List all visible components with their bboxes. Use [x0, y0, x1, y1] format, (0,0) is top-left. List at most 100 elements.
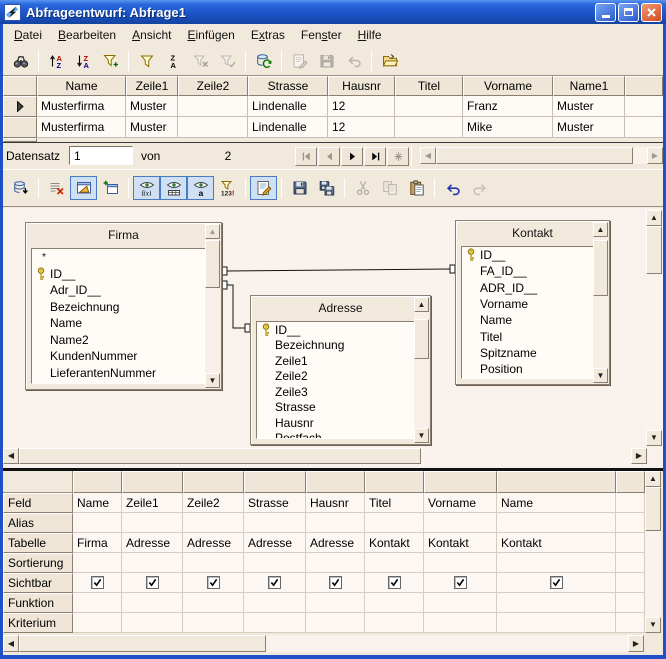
- field-item[interactable]: Postfach: [257, 431, 424, 440]
- field-item[interactable]: KundenNummer: [32, 348, 215, 365]
- field-item[interactable]: Position: [462, 361, 603, 377]
- grid-cell-sichtbar[interactable]: [497, 573, 616, 593]
- field-item[interactable]: Titel: [462, 328, 603, 344]
- save-record-button[interactable]: [313, 49, 340, 73]
- grid-cell-kriterium[interactable]: [497, 613, 616, 633]
- field-item[interactable]: Name2: [32, 332, 215, 349]
- grid-cell-funktion[interactable]: [424, 593, 497, 613]
- field-item[interactable]: ID__: [32, 266, 215, 283]
- grid-cell-alias[interactable]: [73, 513, 122, 533]
- scroll-down-button[interactable]: ▼: [414, 428, 429, 443]
- grid-cell-sortierung[interactable]: [122, 553, 183, 573]
- grid-cell-sichtbar[interactable]: [122, 573, 183, 593]
- design-view-button[interactable]: [70, 176, 97, 200]
- grid-cell-alias[interactable]: [424, 513, 497, 533]
- grid-column-header[interactable]: [497, 471, 616, 493]
- grid-cell-kriterium[interactable]: [306, 613, 365, 633]
- table-window-kontakt[interactable]: KontaktID__FA_ID__ADR_ID__VornameNameTit…: [455, 220, 610, 385]
- scroll-right-button[interactable]: ▶: [647, 147, 663, 164]
- grid-column-header[interactable]: [244, 471, 306, 493]
- scroll-left-button[interactable]: ◀: [420, 147, 436, 164]
- grid-cell-sortierung[interactable]: [183, 553, 244, 573]
- grid-cell-sichtbar[interactable]: [73, 573, 122, 593]
- result-cell[interactable]: Muster: [126, 117, 178, 138]
- paste-button[interactable]: [403, 176, 430, 200]
- visible-checkbox[interactable]: [388, 576, 401, 589]
- sort-button[interactable]: ZA: [160, 49, 187, 73]
- run-query-button[interactable]: [7, 176, 34, 200]
- grid-cell-kriterium[interactable]: [122, 613, 183, 633]
- redo-button[interactable]: [466, 176, 493, 200]
- grid-scroll-down-button[interactable]: ▼: [645, 617, 661, 633]
- minimize-button[interactable]: [595, 3, 616, 22]
- result-column-header[interactable]: Strasse: [248, 76, 328, 96]
- field-item[interactable]: FA_ID__: [462, 263, 603, 279]
- grid-cell-tabelle[interactable]: Adresse: [122, 533, 183, 553]
- grid-row-label[interactable]: Sortierung: [3, 553, 73, 573]
- clear-query-button[interactable]: [43, 176, 70, 200]
- visible-checkbox[interactable]: [329, 576, 342, 589]
- result-cell[interactable]: Lindenalle: [248, 117, 328, 138]
- grid-cell-feld[interactable]: Zeile1: [122, 493, 183, 513]
- result-cell[interactable]: Muster: [126, 96, 178, 117]
- relation-line-firma-adresse[interactable]: [227, 285, 245, 328]
- field-item[interactable]: Bezeichnung: [32, 299, 215, 316]
- sort-ascending-button[interactable]: AZ: [43, 49, 70, 73]
- grid-scroll-left-button[interactable]: ◀: [3, 635, 19, 652]
- grid-cell-sortierung[interactable]: [73, 553, 122, 573]
- app-icon[interactable]: [4, 4, 21, 21]
- grid-column-header[interactable]: [365, 471, 424, 493]
- grid-cell-kriterium[interactable]: [183, 613, 244, 633]
- grid-column-header[interactable]: [122, 471, 183, 493]
- scroll-down-button[interactable]: ▼: [593, 368, 608, 383]
- scroll-up-button[interactable]: ▲: [593, 222, 608, 237]
- edit-data-button[interactable]: [286, 49, 313, 73]
- menu-item-bearbeiten[interactable]: Bearbeiten: [50, 25, 124, 45]
- design-scroll-down-button[interactable]: ▼: [646, 430, 662, 446]
- grid-cell-feld[interactable]: Zeile2: [183, 493, 244, 513]
- relation-endpoint-icon[interactable]: [222, 267, 227, 275]
- grid-cell-feld[interactable]: Titel: [365, 493, 424, 513]
- grid-column-header[interactable]: [73, 471, 122, 493]
- grid-cell-tabelle[interactable]: Adresse: [306, 533, 365, 553]
- field-item[interactable]: ADR_ID__: [462, 280, 603, 296]
- field-item[interactable]: Adr_ID__: [32, 282, 215, 299]
- grid-cell-kriterium[interactable]: [244, 613, 306, 633]
- scroll-down-button[interactable]: ▼: [205, 373, 220, 388]
- grid-v-scrollbar-thumb[interactable]: [645, 487, 661, 531]
- result-cell[interactable]: [178, 96, 248, 117]
- grid-row-label[interactable]: Alias: [3, 513, 73, 533]
- scroll-up-button[interactable]: ▲: [205, 224, 220, 239]
- grid-cell-alias[interactable]: [497, 513, 616, 533]
- menu-item-extras[interactable]: Extras: [243, 25, 293, 45]
- grid-cell-alias[interactable]: [122, 513, 183, 533]
- grid-cell-sichtbar[interactable]: [244, 573, 306, 593]
- result-column-header[interactable]: Titel: [395, 76, 463, 96]
- menu-item-einfgen[interactable]: Einfügen: [179, 25, 242, 45]
- field-item[interactable]: Hausnr: [257, 415, 424, 431]
- nav-last-button[interactable]: [364, 147, 386, 166]
- grid-cell-tabelle[interactable]: Kontakt: [497, 533, 616, 553]
- result-column-header[interactable]: Vorname: [463, 76, 553, 96]
- show-alias-button[interactable]: a: [187, 176, 214, 200]
- grid-scroll-up-button[interactable]: ▲: [645, 471, 661, 487]
- grid-cell-alias[interactable]: [183, 513, 244, 533]
- copy-button[interactable]: [376, 176, 403, 200]
- grid-cell-sortierung[interactable]: [365, 553, 424, 573]
- standard-filter-button[interactable]: [133, 49, 160, 73]
- grid-cell-sortierung[interactable]: [306, 553, 365, 573]
- scroll-up-button[interactable]: ▲: [414, 297, 429, 312]
- field-item[interactable]: Bezeichnung: [257, 338, 424, 354]
- field-item[interactable]: Name: [462, 312, 603, 328]
- grid-cell-tabelle[interactable]: Kontakt: [365, 533, 424, 553]
- grid-column-header[interactable]: [424, 471, 497, 493]
- distinct-values-button[interactable]: 123!: [214, 176, 241, 200]
- row-selector[interactable]: [3, 96, 37, 117]
- grid-cell-sortierung[interactable]: [497, 553, 616, 573]
- visible-checkbox[interactable]: [454, 576, 467, 589]
- result-cell[interactable]: Mike: [463, 117, 553, 138]
- record-number-input[interactable]: 1: [69, 146, 133, 165]
- field-item[interactable]: *: [32, 249, 215, 266]
- visible-checkbox[interactable]: [550, 576, 563, 589]
- result-cell[interactable]: 12: [328, 96, 395, 117]
